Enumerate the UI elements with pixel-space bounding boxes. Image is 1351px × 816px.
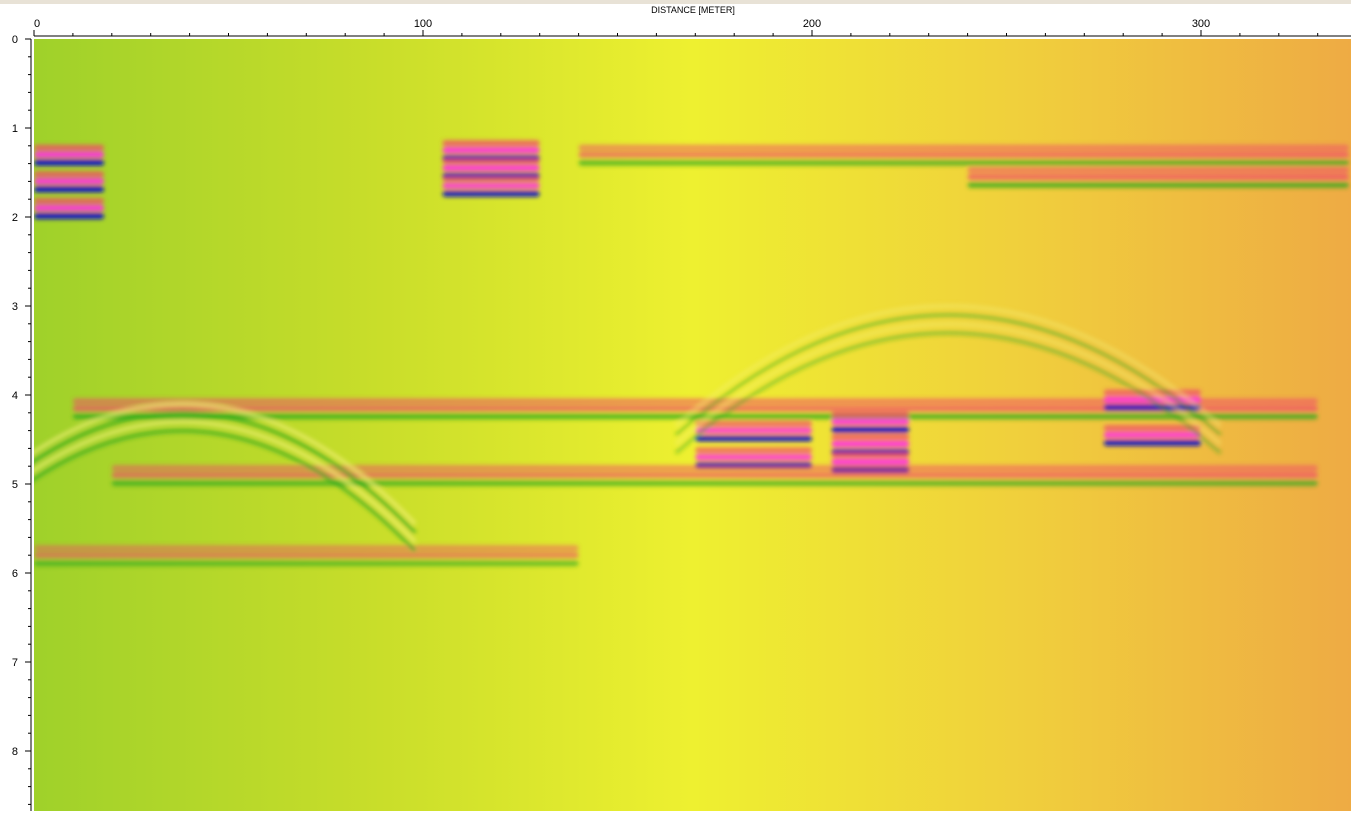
reflector-trough [967, 181, 1349, 188]
gpr-profile-figure: 0 100 200 300 0 1 2 3 4 5 6 7 8 DISTANCE [METER] [0, 0, 1351, 811]
reflector-positive-lobe [831, 411, 910, 418]
reflector-peak [34, 178, 105, 185]
y-tick-label: 7 [12, 657, 18, 669]
reflector-positive-lobe [442, 175, 540, 182]
reflector-trough [34, 560, 579, 567]
reflector-peak [831, 458, 910, 465]
reflector-trough [34, 213, 105, 220]
reflector-peak [1103, 432, 1201, 439]
reflector-peak [442, 147, 540, 154]
reflector-peak [34, 205, 105, 212]
reflector-trough [111, 480, 1318, 487]
reflector-trough [831, 426, 910, 433]
y-tick-label: 1 [12, 123, 18, 135]
plot-area [34, 39, 1351, 811]
y-tick-label: 3 [12, 301, 18, 313]
reflector-positive-lobe [578, 144, 1349, 151]
reflector-positive-lobe [695, 447, 812, 454]
x-axis-label: DISTANCE [METER] [651, 5, 735, 15]
reflector-peak [442, 182, 540, 189]
reflector-peak [111, 472, 1318, 479]
reflector-peak [695, 427, 812, 434]
x-tick-label: 300 [1192, 18, 1210, 30]
reflector-positive-lobe [34, 171, 105, 178]
reflector-positive-lobe [34, 198, 105, 205]
reflector-trough [34, 159, 105, 166]
y-tick-label: 2 [12, 212, 18, 224]
reflector-peak [967, 173, 1349, 180]
reflector-positive-lobe [442, 140, 540, 147]
reflector-trough [34, 186, 105, 193]
gpr-radargram-chart: 0 100 200 300 0 1 2 3 4 5 6 7 8 DISTANCE [METER] [0, 0, 1351, 811]
y-tick-label: 6 [12, 568, 18, 580]
reflector-positive-lobe [831, 451, 910, 458]
y-tick-label: 0 [12, 34, 18, 46]
reflector-positive-lobe [34, 545, 579, 552]
reflector-trough [578, 159, 1349, 166]
reflector-peak [831, 418, 910, 425]
x-tick-label: 100 [414, 18, 432, 30]
y-tick-label: 8 [12, 746, 18, 758]
reflector-peak [34, 151, 105, 158]
reflector-positive-lobe [967, 166, 1349, 173]
reflector-peak [442, 165, 540, 172]
top-frame-strip [0, 0, 1351, 4]
x-tick-label: 0 [34, 18, 40, 30]
reflector-trough [1103, 440, 1201, 447]
reflector-trough [442, 190, 540, 197]
reflector-peak [34, 552, 579, 559]
reflector-peak [578, 151, 1349, 158]
reflector-peak [831, 440, 910, 447]
reflector-positive-lobe [442, 158, 540, 165]
reflector-positive-lobe [111, 465, 1318, 472]
reflector-trough [695, 435, 812, 442]
y-tick-label: 4 [12, 390, 18, 402]
reflector-positive-lobe [831, 433, 910, 440]
x-tick-label: 200 [803, 18, 821, 30]
reflector-positive-lobe [34, 144, 105, 151]
y-tick-label: 5 [12, 479, 18, 491]
reflector-peak [695, 454, 812, 461]
